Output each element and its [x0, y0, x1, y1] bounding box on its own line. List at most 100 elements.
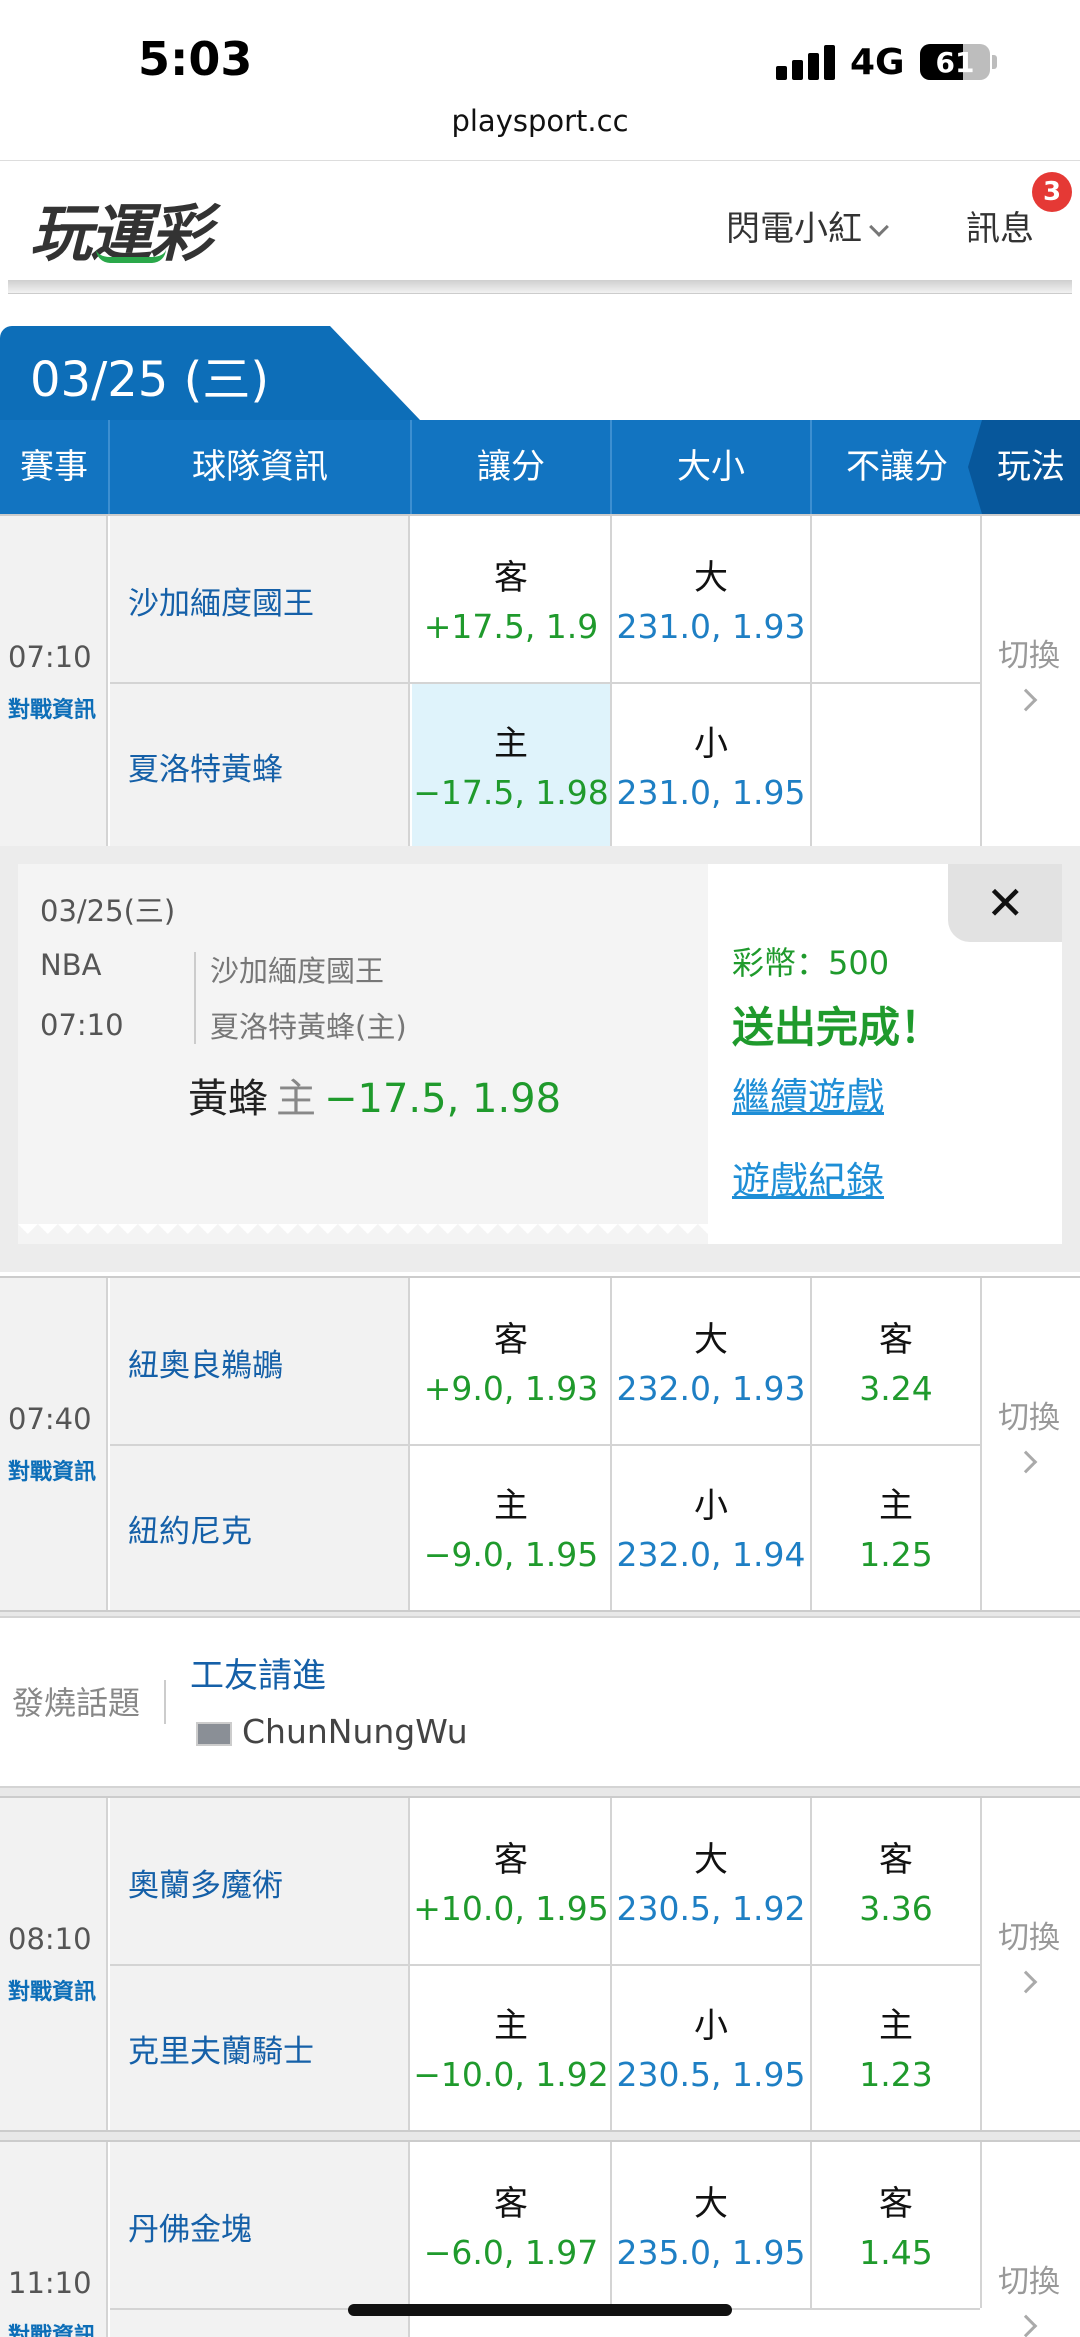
switch-button[interactable]: 切換 [982, 1278, 1080, 1610]
matchup-link[interactable]: 對戰資訊 [8, 2318, 96, 2337]
moneyline-home-cell[interactable]: 主 1.25 [812, 1444, 982, 1610]
total-over-cell[interactable]: 大 235.0, 1.95 [612, 2142, 812, 2308]
team-name: 沙加緬度國王 [128, 586, 314, 622]
team-away[interactable]: 沙加緬度國王 [110, 516, 410, 682]
total-under-cell[interactable]: 小 230.5, 1.95 [612, 1964, 812, 2130]
continue-game-link[interactable]: 繼續遊戲 [732, 1066, 884, 1121]
total-over-cell[interactable]: 大 231.0, 1.93 [612, 516, 812, 682]
odds-value: 230.5, 1.92 [616, 1889, 806, 1928]
odds-side: 大 [694, 1320, 728, 1360]
spread-away-cell[interactable]: 客 −6.0, 1.97 [412, 2142, 612, 2308]
moneyline-away-cell[interactable]: 客 3.36 [812, 1798, 982, 1964]
col-event: 賽事 [0, 420, 110, 514]
odds-side: 主 [494, 724, 528, 764]
team-away[interactable]: 奧蘭多魔術 [110, 1798, 410, 1964]
play-type-button[interactable]: 玩法 [968, 420, 1080, 514]
switch-button[interactable]: 切換 [982, 516, 1080, 848]
match-time-col: 11:10 對戰資訊 [0, 2142, 108, 2337]
coin-balance: 彩幣：500 [732, 944, 890, 982]
pick-team: 黃蜂 [188, 1076, 268, 1122]
moneyline-home-cell[interactable]: 主 1.23 [812, 1964, 982, 2130]
battery-percent: 61 [935, 46, 975, 79]
address-bar[interactable]: playsport.cc [0, 104, 1080, 138]
odds-side: 客 [879, 2184, 913, 2224]
moneyline-home-cell [812, 682, 982, 848]
matchup-link[interactable]: 對戰資訊 [8, 1974, 96, 2006]
hot-topic-label: 發燒話題 [12, 1684, 141, 1722]
matchup-link[interactable]: 對戰資訊 [8, 692, 96, 724]
odds-side: 小 [694, 724, 728, 764]
odds-value: 231.0, 1.95 [616, 773, 806, 812]
chevron-right-icon [1014, 1450, 1038, 1474]
status-bar: 5:03 4G 61 [0, 0, 1080, 100]
team-home[interactable]: 紐約尼克 [110, 1444, 410, 1610]
match-time-col: 07:10 對戰資訊 [0, 516, 108, 848]
ticket-away-team: 沙加緬度國王 [210, 954, 385, 988]
switch-label: 切換 [998, 1920, 1060, 1956]
user-menu[interactable]: 閃電小紅 [726, 201, 889, 250]
home-indicator[interactable] [348, 2304, 732, 2316]
total-over-cell[interactable]: 大 230.5, 1.92 [612, 1798, 812, 1964]
game-history-link[interactable]: 遊戲紀錄 [732, 1150, 884, 1205]
odds-side: 客 [879, 1320, 913, 1360]
close-button[interactable]: ✕ [948, 864, 1062, 942]
total-under-cell[interactable]: 小 232.0, 1.94 [612, 1444, 812, 1610]
messages-link[interactable]: 訊息 [966, 201, 1034, 250]
spread-away-cell[interactable]: 客 +9.0, 1.93 [412, 1278, 612, 1444]
odds-value: 3.36 [859, 1889, 933, 1928]
col-moneyline: 不讓分 [846, 447, 948, 487]
odds-value: −6.0, 1.97 [423, 2233, 599, 2272]
spread-home-cell[interactable]: 主 −10.0, 1.92 [412, 1964, 612, 2130]
hot-topic-title[interactable]: 工友請進 [190, 1648, 326, 1697]
team-home[interactable]: 克里夫蘭騎士 [110, 1964, 410, 2130]
odds-value: 3.24 [859, 1369, 933, 1408]
team-home[interactable]: 夏洛特黃蜂 [110, 682, 410, 848]
chevron-right-icon [1014, 1970, 1038, 1994]
switch-label: 切換 [998, 638, 1060, 674]
moneyline-away-cell[interactable]: 客 1.45 [812, 2142, 982, 2308]
submit-success-text: 送出完成！ [732, 1003, 943, 1052]
total-over-cell[interactable]: 大 232.0, 1.93 [612, 1278, 812, 1444]
chevron-right-icon [1014, 688, 1038, 712]
spread-home-cell-selected[interactable]: 主 −17.5, 1.98 [412, 682, 612, 848]
switch-button[interactable]: 切換 [982, 1798, 1080, 2130]
matchup-link[interactable]: 對戰資訊 [8, 1454, 96, 1486]
odds-side: 大 [694, 2184, 728, 2224]
row-divider [110, 682, 980, 684]
user-name: 閃電小紅 [726, 209, 862, 249]
match-row: 07:10 對戰資訊 沙加緬度國王 夏洛特黃蜂 客 +17.5, 1.9 主 −17… [0, 514, 1080, 850]
chevron-right-icon [1014, 2314, 1038, 2337]
status-time: 5:03 [138, 32, 253, 86]
spread-away-cell[interactable]: 客 +10.0, 1.95 [412, 1798, 612, 1964]
signal-icon [776, 44, 836, 80]
hot-topic-author[interactable]: ChunNungWu [196, 1712, 468, 1751]
odds-side: 大 [694, 558, 728, 598]
ticket-date: 03/25(三) [40, 894, 176, 928]
moneyline-away-cell[interactable]: 客 3.24 [812, 1278, 982, 1444]
ticket-zigzag-edge [18, 1224, 708, 1244]
total-under-cell[interactable]: 小 231.0, 1.95 [612, 682, 812, 848]
odds-side: 客 [494, 558, 528, 598]
switch-button[interactable]: 切換 [982, 2142, 1080, 2337]
row-divider [110, 1444, 980, 1446]
odds-value: 230.5, 1.95 [616, 2055, 806, 2094]
odds-side: 主 [879, 2006, 913, 2046]
column-header: 賽事 球隊資訊 讓分 大小 不讓分 玩法 [0, 420, 1080, 514]
ticket-pick: 黃蜂主 −17.5, 1.98 [188, 1066, 561, 1124]
hot-topic-divider [164, 1680, 166, 1724]
author-name: ChunNungWu [242, 1712, 468, 1751]
date-tab[interactable]: 03/25 (三) [0, 326, 420, 420]
spread-away-cell[interactable]: 客 +17.5, 1.9 [412, 516, 612, 682]
spread-home-cell[interactable]: 主 −9.0, 1.95 [412, 1444, 612, 1610]
odds-side: 小 [694, 2006, 728, 2046]
team-away[interactable]: 丹佛金塊 [110, 2142, 410, 2308]
team-away[interactable]: 紐奧良鵜鶘 [110, 1278, 410, 1444]
odds-side: 客 [494, 2184, 528, 2224]
match-row: 07:40 對戰資訊 紐奧良鵜鶘 紐約尼克 客 +9.0, 1.93 主 −9.0,… [0, 1276, 1080, 1612]
team-name: 紐奧良鵜鶘 [128, 1348, 283, 1384]
col-spread: 讓分 [412, 420, 612, 514]
team-name: 夏洛特黃蜂 [128, 752, 283, 788]
team-name: 克里夫蘭騎士 [128, 2034, 314, 2070]
close-icon: ✕ [986, 876, 1025, 930]
odds-side: 客 [879, 1840, 913, 1880]
